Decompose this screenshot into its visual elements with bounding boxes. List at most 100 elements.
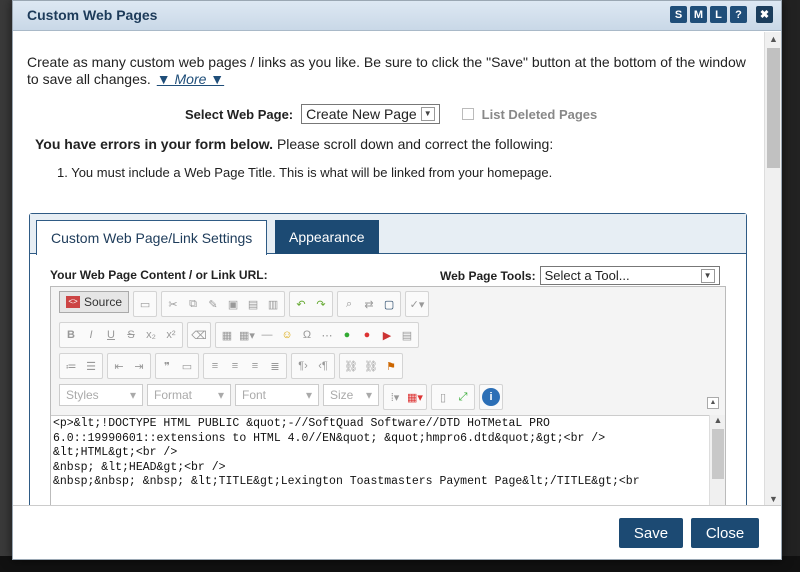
- tabs-bar: Custom Web Page/Link Settings Appearance: [30, 214, 746, 255]
- code-scrollbar[interactable]: ▲: [709, 415, 725, 506]
- scroll-up-icon[interactable]: ▲: [765, 32, 782, 46]
- align-group: ≡ ≡ ≡ ≣: [203, 353, 287, 379]
- error-heading-bold: You have errors in your form below.: [35, 136, 274, 152]
- dialog-title: Custom Web Pages: [27, 7, 158, 23]
- anchor-icon[interactable]: ⚑: [382, 357, 400, 375]
- div-container-icon[interactable]: ▭: [178, 357, 196, 375]
- dialog-scroll-thumb[interactable]: [767, 48, 780, 168]
- align-left-icon[interactable]: ≡: [206, 357, 224, 375]
- horizontal-rule-icon[interactable]: ―: [258, 326, 276, 344]
- replace-icon[interactable]: ⇄: [360, 295, 378, 313]
- select-web-page-dropdown[interactable]: Create New Page ▼: [301, 104, 440, 124]
- scroll-down-icon[interactable]: ▼: [765, 492, 782, 506]
- ltr-icon[interactable]: ¶›: [294, 357, 312, 375]
- special-char-icon[interactable]: Ω: [298, 326, 316, 344]
- more-link[interactable]: ▼ More ▼: [157, 71, 224, 87]
- size-medium-button[interactable]: M: [690, 6, 707, 23]
- scroll-up-icon[interactable]: ▲: [710, 415, 726, 425]
- bg-color-icon[interactable]: ▦▾: [406, 388, 424, 406]
- close-icon[interactable]: ✖: [756, 6, 773, 23]
- image-icon[interactable]: ▦: [218, 326, 236, 344]
- insert-group: ▦ ▦▾ ― ☺ Ω ⋯ ● ● ▶ ▤: [215, 322, 419, 348]
- toolbar-row-1: <> Source ▭ ✂ ⧉ ✎ ▣ ▤ ▥ ↶ ↷ ⌕ ⇄ ▢ ✓▾: [59, 291, 430, 317]
- undo-icon[interactable]: ↶: [292, 295, 310, 313]
- strikethrough-icon[interactable]: S: [122, 326, 140, 344]
- toolbar-row-4: Styles ▾ Format ▾ Font ▾ Size ▾ ⁞▾ ▦▾ ▯ …: [59, 384, 503, 410]
- spellcheck-icon[interactable]: ✓▾: [408, 295, 426, 313]
- link-icon[interactable]: ⛓: [342, 357, 360, 375]
- smiley-icon[interactable]: ☺: [278, 326, 296, 344]
- align-center-icon[interactable]: ≡: [226, 357, 244, 375]
- source-button[interactable]: <> Source: [59, 291, 130, 313]
- outdent-icon[interactable]: ⇤: [110, 357, 128, 375]
- paste-word-icon[interactable]: ▥: [264, 295, 282, 313]
- dialog-scrollbar[interactable]: ▲ ▼: [764, 32, 781, 506]
- size-small-button[interactable]: S: [670, 6, 687, 23]
- source-code-textarea[interactable]: <p>&lt;!DOCTYPE HTML PUBLIC &quot;-//Sof…: [51, 415, 725, 506]
- underline-icon[interactable]: U: [102, 326, 120, 344]
- rtl-icon[interactable]: ‹¶: [314, 357, 332, 375]
- indent-group: ⇤ ⇥: [107, 353, 151, 379]
- find-group: ⌕ ⇄ ▢: [337, 291, 402, 317]
- intro-text: Create as many custom web pages / links …: [27, 54, 747, 88]
- select-all-icon[interactable]: ▢: [380, 295, 398, 313]
- table-icon[interactable]: ▦▾: [238, 326, 256, 344]
- text-color-icon[interactable]: ⁞▾: [386, 388, 404, 406]
- info-icon[interactable]: i: [482, 388, 500, 406]
- subscript-icon[interactable]: x₂: [142, 326, 160, 344]
- chevron-down-icon: ▾: [365, 388, 372, 402]
- paste-icon[interactable]: ▣: [224, 295, 242, 313]
- help-button[interactable]: ?: [730, 6, 747, 23]
- dialog-footer: Save Close: [13, 505, 781, 559]
- align-right-icon[interactable]: ≡: [246, 357, 264, 375]
- format-combo[interactable]: Format ▾: [147, 384, 231, 406]
- italic-icon[interactable]: I: [82, 326, 100, 344]
- template-group: ▭: [133, 291, 158, 317]
- remove-format-icon[interactable]: ⌫: [190, 326, 208, 344]
- bulleted-list-icon[interactable]: ☰: [82, 357, 100, 375]
- find-icon[interactable]: ⌕: [340, 295, 358, 313]
- bold-icon[interactable]: B: [62, 326, 80, 344]
- collapse-toolbar-icon[interactable]: ▲: [707, 397, 719, 409]
- youtube-icon[interactable]: ▶: [378, 326, 396, 344]
- maximize-icon[interactable]: ⤢: [454, 388, 472, 406]
- chevron-down-icon: ▼: [700, 268, 715, 283]
- indent-icon[interactable]: ⇥: [130, 357, 148, 375]
- show-blocks-icon[interactable]: ▯: [434, 388, 452, 406]
- size-combo[interactable]: Size ▾: [323, 384, 379, 406]
- size-large-button[interactable]: L: [710, 6, 727, 23]
- web-page-tools-dropdown[interactable]: Select a Tool... ▼: [539, 266, 720, 285]
- chevron-down-icon: ▾: [129, 388, 136, 402]
- superscript-icon[interactable]: x²: [162, 326, 180, 344]
- page-break-icon[interactable]: ⋯: [318, 326, 336, 344]
- styles-combo[interactable]: Styles ▾: [59, 384, 143, 406]
- select-web-page-label: Select Web Page:: [185, 106, 294, 122]
- tab-appearance[interactable]: Appearance: [275, 220, 379, 254]
- save-button[interactable]: Save: [619, 518, 683, 548]
- blockquote-icon[interactable]: ❞: [158, 357, 176, 375]
- block-group: ❞ ▭: [155, 353, 199, 379]
- chevron-down-icon: ▾: [305, 388, 312, 402]
- align-justify-icon[interactable]: ≣: [266, 357, 284, 375]
- cut-icon[interactable]: ✂: [164, 295, 182, 313]
- unlink-icon[interactable]: ⛓: [362, 357, 380, 375]
- settings-tabs-panel: Custom Web Page/Link Settings Appearance…: [29, 213, 747, 506]
- copy-icon[interactable]: ⧉: [184, 295, 202, 313]
- paste-text-icon[interactable]: ▤: [244, 295, 262, 313]
- list-deleted-checkbox[interactable]: [461, 108, 474, 120]
- tab-custom-web-page-settings[interactable]: Custom Web Page/Link Settings: [36, 220, 268, 255]
- format-painter-icon[interactable]: ✎: [204, 295, 222, 313]
- embed-icon[interactable]: ▤: [398, 326, 416, 344]
- templates-icon[interactable]: ▭: [136, 295, 154, 313]
- error-heading-rest: Please scroll down and correct the follo…: [273, 136, 554, 152]
- flash-icon[interactable]: ●: [358, 326, 376, 344]
- font-combo-label: Font: [242, 388, 267, 402]
- font-combo[interactable]: Font ▾: [235, 384, 319, 406]
- iframe-icon[interactable]: ●: [338, 326, 356, 344]
- numbered-list-icon[interactable]: ≔: [62, 357, 80, 375]
- error-item: 1. You must include a Web Page Title. Th…: [57, 165, 553, 180]
- header-buttons: S M L ? ✖: [670, 6, 773, 23]
- redo-icon[interactable]: ↷: [312, 295, 330, 313]
- close-button[interactable]: Close: [691, 518, 759, 548]
- code-scroll-thumb[interactable]: [712, 429, 724, 479]
